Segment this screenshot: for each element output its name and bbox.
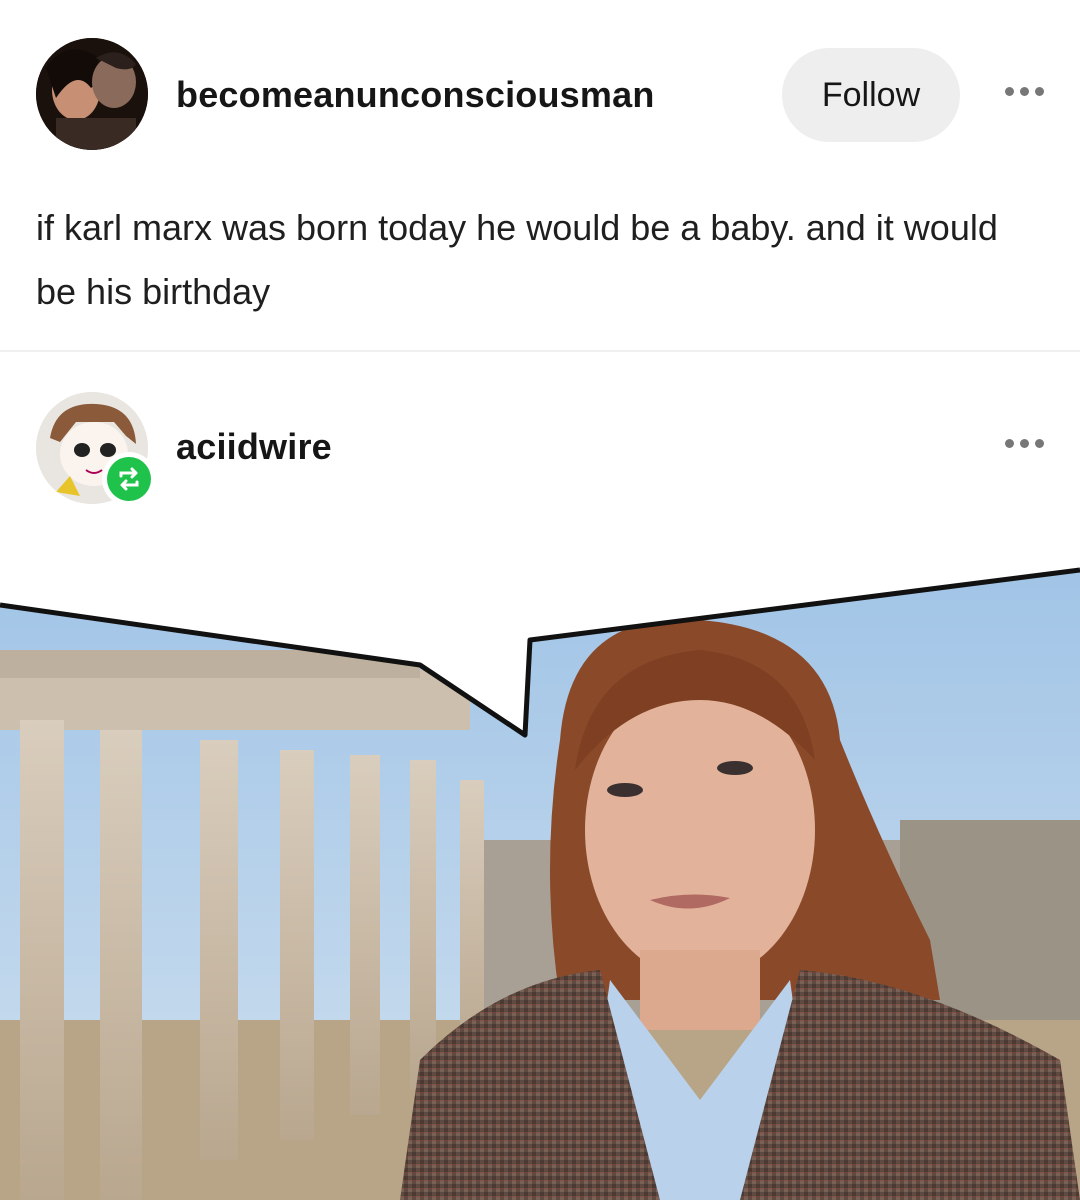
dot — [1004, 438, 1014, 448]
author-username[interactable]: becomeanunconsciousman — [176, 74, 655, 116]
reblog-icon — [107, 457, 151, 501]
reblogger-username[interactable]: aciidwire — [176, 426, 332, 468]
dot — [1004, 86, 1014, 96]
more-options-icon[interactable] — [994, 76, 1054, 106]
dot — [1019, 438, 1029, 448]
author-avatar[interactable] — [36, 38, 148, 150]
meme-photo — [0, 540, 1080, 1200]
more-options-icon[interactable] — [994, 428, 1054, 458]
post-text: if karl marx was born today he would be … — [36, 207, 998, 312]
dot — [1034, 86, 1044, 96]
divider — [0, 350, 1080, 352]
follow-button[interactable]: Follow — [782, 48, 960, 142]
avatar-photo — [36, 38, 148, 150]
meme-image — [0, 540, 1080, 1200]
original-post: becomeanunconsciousman Follow — [0, 0, 1080, 190]
dot — [1019, 86, 1029, 96]
reblog-badge — [102, 452, 156, 506]
dot — [1034, 438, 1044, 448]
